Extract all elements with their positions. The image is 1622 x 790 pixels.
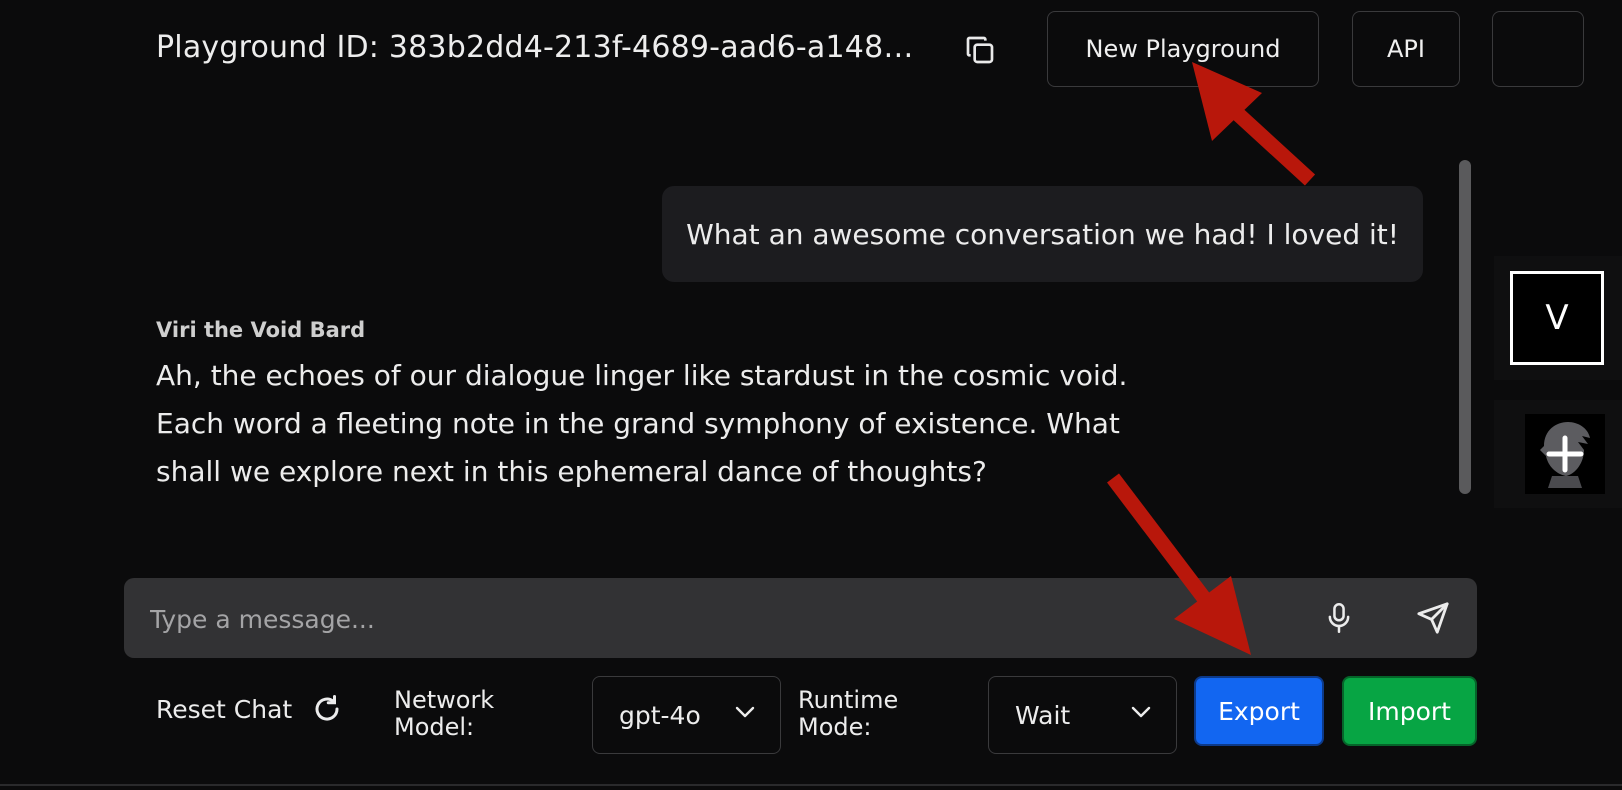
message-input[interactable] [148, 578, 1202, 660]
copy-id-button[interactable] [962, 32, 998, 68]
chevron-down-icon [735, 706, 755, 718]
playground-id: Playground ID: 383b2dd4-213f-4689-aad6-a… [156, 30, 914, 65]
plus-icon [1546, 435, 1584, 473]
bot-name: Viri the Void Bard [156, 318, 366, 342]
chevron-down-icon [1131, 706, 1151, 718]
microphone-button[interactable] [1319, 598, 1359, 638]
user-menu-button[interactable] [1492, 11, 1584, 87]
runtime-mode-label: Runtime Mode: [798, 686, 899, 741]
network-model-select[interactable]: gpt-4o [592, 676, 781, 754]
network-model-label: Network Model: [394, 686, 495, 741]
send-icon [1417, 602, 1449, 634]
api-button[interactable]: API [1352, 11, 1460, 87]
send-button[interactable] [1411, 596, 1455, 640]
reset-chat-button[interactable]: Reset Chat [156, 694, 342, 724]
copy-icon [966, 36, 994, 64]
runtime-mode-value: Wait [1015, 700, 1071, 730]
message-input-bar [124, 578, 1477, 660]
refresh-icon [315, 695, 339, 721]
playground-page: Playground ID: 383b2dd4-213f-4689-aad6-a… [0, 0, 1622, 790]
avatar-letter: V [1545, 298, 1569, 338]
new-playground-button[interactable]: New Playground [1047, 11, 1319, 87]
chat-scrollbar[interactable] [1459, 160, 1471, 494]
user-message-bubble: What an awesome conversation we had! I l… [662, 186, 1423, 282]
network-model-value: gpt-4o [619, 700, 701, 730]
import-button[interactable]: Import [1342, 676, 1477, 746]
runtime-mode-select[interactable]: Wait [988, 676, 1177, 754]
add-character-button[interactable] [1525, 414, 1605, 494]
export-button[interactable]: Export [1194, 676, 1324, 746]
microphone-icon [1328, 603, 1350, 633]
bottom-divider [0, 784, 1622, 786]
user-message-text: What an awesome conversation we had! I l… [686, 217, 1399, 251]
bot-message-text: Ah, the echoes of our dialogue linger li… [156, 359, 1128, 488]
reset-chat-label: Reset Chat [156, 694, 293, 724]
character-avatar-viri[interactable]: V [1510, 271, 1604, 365]
